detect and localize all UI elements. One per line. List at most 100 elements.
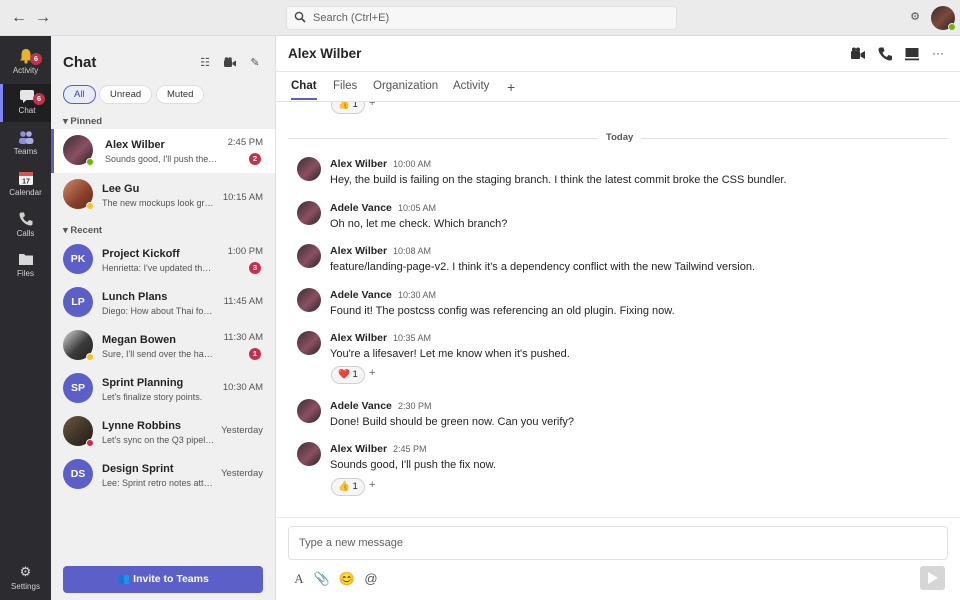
- avatar: [297, 288, 321, 312]
- filter-list-icon[interactable]: ☷: [198, 56, 212, 70]
- conversation-tabs: Chat Files Organization Activity +: [276, 72, 960, 102]
- forward-arrow-icon[interactable]: →: [34, 8, 52, 28]
- video-meet-icon[interactable]: [223, 56, 237, 70]
- conversation-item-design-sprint[interactable]: DS Design Sprint Lee: Sprint retro notes…: [51, 453, 275, 497]
- rail-label: Teams: [13, 147, 38, 156]
- rail-item-activity[interactable]: Activity 6: [0, 44, 51, 82]
- tab-activity[interactable]: Activity: [453, 80, 489, 98]
- more-options-icon[interactable]: ···: [930, 46, 946, 62]
- message-body: Sounds good, I'll push the fix now.: [330, 459, 496, 471]
- teams-people-icon: [18, 131, 33, 144]
- rail-label: Files: [17, 269, 34, 278]
- conversation-item-lee-gu[interactable]: Lee Gu The new mockups look great! 10:15…: [51, 173, 275, 217]
- conversation-time: 11:45 AM: [223, 296, 263, 307]
- conversation-item-project-kickoff[interactable]: PK Project Kickoff Henrietta: I've updat…: [51, 238, 275, 282]
- audio-call-icon[interactable]: [877, 46, 893, 62]
- video-call-icon[interactable]: [850, 46, 866, 62]
- presence-available-icon: [948, 23, 956, 31]
- tab-chat[interactable]: Chat: [291, 80, 317, 100]
- rail-item-settings[interactable]: ⚙ Settings: [0, 560, 51, 598]
- rail-item-files[interactable]: Files: [0, 247, 51, 285]
- reaction-count: 1: [352, 102, 358, 110]
- conversation-item-sprint-planning[interactable]: SP Sprint Planning Let's finalize story …: [51, 367, 275, 411]
- filter-muted[interactable]: Muted: [156, 85, 205, 104]
- message-time: 10:30 AM: [398, 290, 437, 300]
- message-author: Alex Wilber: [330, 332, 388, 344]
- conversation-time: 10:15 AM: [222, 192, 263, 203]
- chat-list-title: Chat: [63, 54, 97, 71]
- reaction-emoji: 👍: [338, 102, 350, 110]
- new-chat-compose-icon[interactable]: ✎: [248, 56, 262, 70]
- message-input[interactable]: Type a new message: [288, 526, 948, 560]
- tab-files[interactable]: Files: [333, 80, 357, 98]
- add-reaction-icon[interactable]: +: [369, 367, 375, 379]
- rail-label: Activity: [12, 66, 39, 75]
- conversation-preview: Let's sync on the Q3 pipeline: [102, 435, 216, 445]
- message-list: 👍 1 + Today Alex Wilber 10:00 AM Hey, th…: [276, 102, 960, 517]
- conversation-time: Yesterday: [221, 425, 263, 436]
- phone-icon: [19, 212, 32, 226]
- invite-to-teams-button[interactable]: 👥 Invite to Teams: [63, 566, 263, 593]
- filter-all[interactable]: All: [63, 85, 96, 104]
- add-tab-button[interactable]: +: [507, 79, 515, 95]
- message-body: Hey, the build is failing on the staging…: [330, 174, 787, 186]
- tab-organization[interactable]: Organization: [373, 80, 438, 98]
- conversation-time: Yesterday: [221, 468, 263, 479]
- avatar: [297, 399, 321, 423]
- conversation-name: Project Kickoff: [102, 248, 180, 260]
- message-author: Adele Vance: [330, 202, 392, 214]
- add-reaction-icon[interactable]: +: [369, 479, 375, 491]
- message-author: Adele Vance: [330, 400, 392, 412]
- attach-paperclip-icon[interactable]: 📎: [313, 570, 331, 588]
- conversation-item-lynne-robbins[interactable]: Lynne Robbins Let's sync on the Q3 pipel…: [51, 410, 275, 454]
- reaction-chip[interactable]: ❤️ 1: [331, 366, 365, 384]
- rail-label: Calls: [16, 229, 35, 238]
- reaction-chip[interactable]: 👍 1: [331, 102, 365, 114]
- conversation-item-lunch-plans[interactable]: LP Lunch Plans Diego: How about Thai foo…: [51, 281, 275, 325]
- message-time: 10:35 AM: [393, 333, 432, 343]
- share-screen-icon[interactable]: [904, 46, 920, 62]
- date-divider-label: Today: [598, 132, 642, 143]
- rail-item-teams[interactable]: Teams: [0, 125, 51, 163]
- presence-away-icon: [86, 202, 94, 210]
- presence-available-icon: [86, 158, 94, 166]
- conversation-header: Alex Wilber ···: [276, 36, 960, 72]
- emoji-icon[interactable]: 😊: [338, 570, 356, 588]
- conversation-preview: Lee: Sprint retro notes attached: [102, 478, 216, 488]
- message-time: 10:05 AM: [398, 203, 437, 213]
- send-icon: [928, 572, 938, 584]
- conversation-item-megan-bowen[interactable]: Megan Bowen Sure, I'll send over the han…: [51, 324, 275, 368]
- avatar: DS: [63, 459, 93, 489]
- send-button[interactable]: [920, 566, 945, 590]
- format-text-icon[interactable]: A: [290, 570, 308, 588]
- rail-item-calls[interactable]: Calls: [0, 207, 51, 245]
- unread-badge: 3: [249, 262, 261, 274]
- conversation-preview: The new mockups look great!: [102, 198, 216, 208]
- recent-section-header[interactable]: ▾ Recent: [63, 225, 102, 236]
- title-bar: ← → Search (Ctrl+E) ⚙: [0, 0, 960, 36]
- rail-item-chat[interactable]: Chat 6: [0, 84, 51, 122]
- avatar: [63, 330, 94, 361]
- mention-at-icon[interactable]: @: [362, 570, 380, 588]
- conversation-item-alex-wilber[interactable]: Alex Wilber Sounds good, I'll push the f…: [51, 129, 275, 173]
- conversation-name: Lee Gu: [102, 183, 140, 195]
- reaction-chip[interactable]: 👍 1: [331, 478, 365, 496]
- message-body: Found it! The postcss config was referen…: [330, 305, 675, 317]
- search-input[interactable]: Search (Ctrl+E): [286, 6, 677, 30]
- chat-list-pane: Chat ☷ ✎ All Unread Muted ▾ Pinned Alex …: [51, 36, 276, 600]
- profile-avatar[interactable]: [931, 6, 956, 31]
- avatar: [297, 157, 321, 181]
- message-composer: Type a new message A 📎 😊 @: [276, 517, 960, 600]
- add-reaction-icon[interactable]: +: [369, 102, 375, 109]
- pinned-section-header[interactable]: ▾ Pinned: [63, 116, 102, 127]
- filter-unread[interactable]: Unread: [99, 85, 153, 104]
- avatar: [297, 331, 321, 355]
- conversation-title: Alex Wilber: [288, 46, 362, 61]
- settings-gear-icon[interactable]: ⚙: [909, 11, 921, 23]
- avatar: PK: [63, 244, 93, 274]
- folder-icon: [18, 254, 33, 265]
- rail-item-calendar[interactable]: 17 Calendar: [0, 166, 51, 204]
- conversation-name: Lynne Robbins: [102, 420, 182, 432]
- activity-badge: 6: [30, 53, 42, 65]
- back-arrow-icon[interactable]: ←: [10, 8, 28, 28]
